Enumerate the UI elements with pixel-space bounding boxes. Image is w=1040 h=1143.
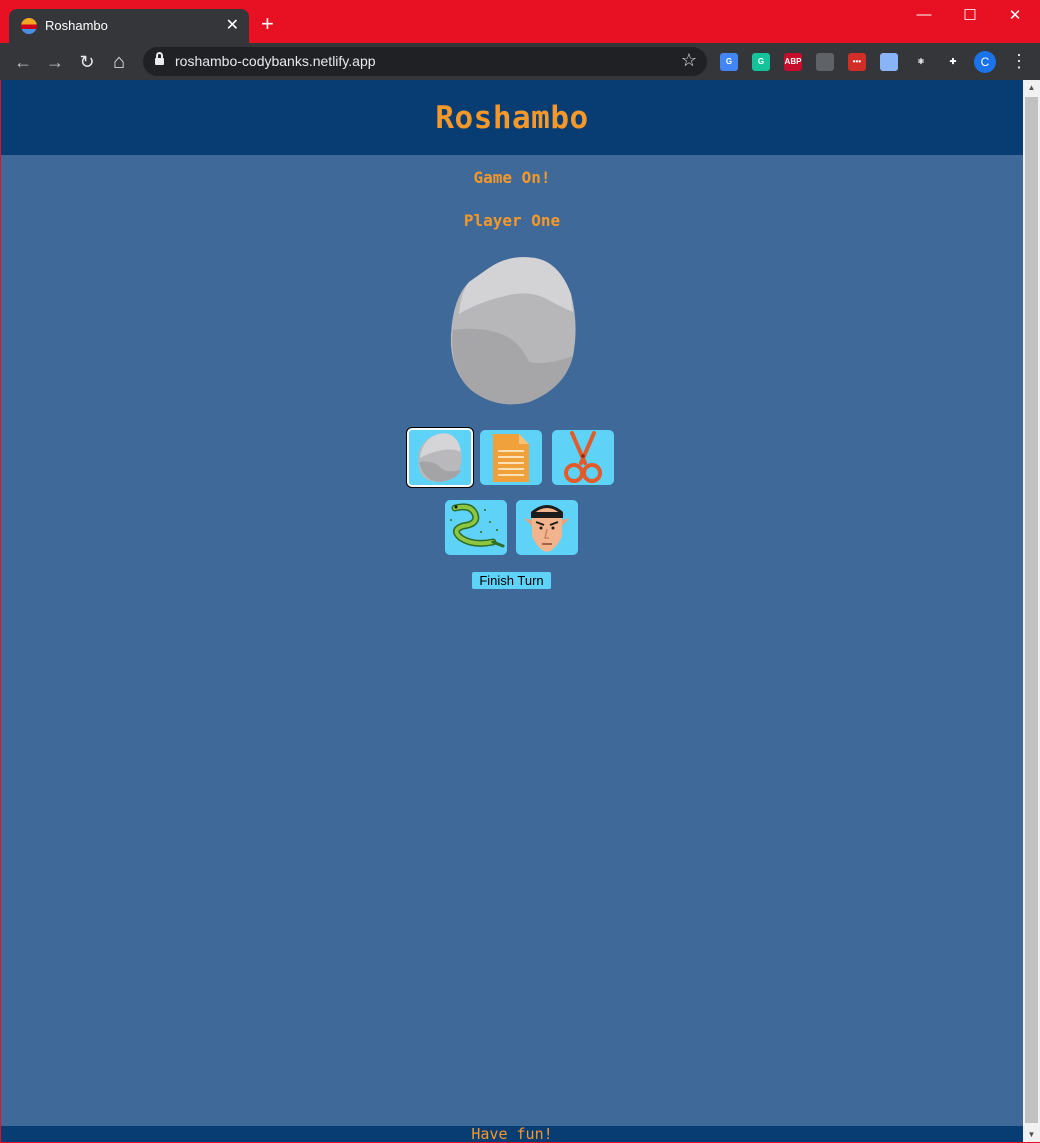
react-devtools-extension-icon[interactable]: ⚛ [912, 53, 930, 71]
lizard-choice-button[interactable] [445, 500, 507, 555]
finish-turn-button[interactable]: Finish Turn [472, 572, 551, 589]
close-tab-icon[interactable]: ✕ [226, 15, 239, 35]
roshambo-favicon-icon [21, 18, 37, 34]
paper-choice-button[interactable] [480, 430, 542, 485]
spock-choice-button[interactable] [516, 500, 578, 555]
profile-avatar[interactable]: C [974, 51, 996, 73]
grammarly-extension-icon[interactable]: G [752, 53, 770, 71]
close-window-button[interactable]: ✕ [1000, 6, 1030, 26]
reload-button[interactable]: ↻ [76, 51, 98, 73]
shield-extension-icon[interactable] [816, 53, 834, 71]
maximize-button[interactable]: ☐ [955, 6, 985, 26]
home-button[interactable]: ⌂ [108, 51, 130, 73]
browser-toolbar: ← → ↻ ⌂ roshambo-codybanks.netlify.app ☆… [0, 43, 1040, 80]
site-header: Roshambo [1, 80, 1023, 155]
google-translate-extension-icon[interactable]: G [720, 53, 738, 71]
lizard-icon [450, 503, 505, 548]
rock-icon [418, 433, 462, 482]
spock-icon [524, 505, 570, 552]
address-bar[interactable]: roshambo-codybanks.netlify.app ☆ [143, 47, 707, 76]
browser-tab[interactable]: Roshambo ✕ [9, 9, 249, 43]
lastpass-extension-icon[interactable]: ••• [848, 53, 866, 71]
minimize-button[interactable]: — [909, 6, 939, 26]
game-status: Game On! [473, 168, 551, 187]
scissors-choice-button[interactable] [552, 430, 614, 485]
bookmark-star-icon[interactable]: ☆ [681, 50, 697, 71]
url-text[interactable]: roshambo-codybanks.netlify.app [175, 53, 376, 69]
ring-extension-icon[interactable] [880, 53, 898, 71]
page-title: Roshambo [435, 100, 589, 136]
adblock-plus-extension-icon[interactable]: ABP [784, 53, 802, 71]
paper-icon [493, 434, 529, 482]
page-viewport: Roshambo Game On! Player One Finish Turn… [1, 80, 1023, 1142]
scroll-up-arrow-icon[interactable]: ▲ [1023, 80, 1040, 95]
footer-message: Have fun! [1, 1126, 1023, 1142]
rock-choice-button[interactable] [407, 428, 473, 487]
selected-rock-icon [450, 257, 576, 405]
forward-button[interactable]: → [44, 51, 66, 73]
new-tab-button[interactable]: + [261, 13, 274, 35]
browser-titlebar: Roshambo ✕ + — ☐ ✕ [0, 0, 1040, 43]
browser-menu-icon[interactable]: ⋮ [1010, 51, 1028, 71]
lock-icon [155, 52, 164, 66]
scroll-thumb[interactable] [1025, 97, 1038, 1123]
scissors-icon [564, 431, 602, 483]
back-button[interactable]: ← [12, 51, 34, 73]
current-player: Player One [463, 211, 561, 230]
puzzle-extensions-icon[interactable]: ✚ [944, 53, 962, 71]
tab-title: Roshambo [45, 18, 108, 33]
vertical-scrollbar[interactable]: ▲ ▼ [1023, 80, 1040, 1142]
scroll-down-arrow-icon[interactable]: ▼ [1023, 1127, 1040, 1142]
